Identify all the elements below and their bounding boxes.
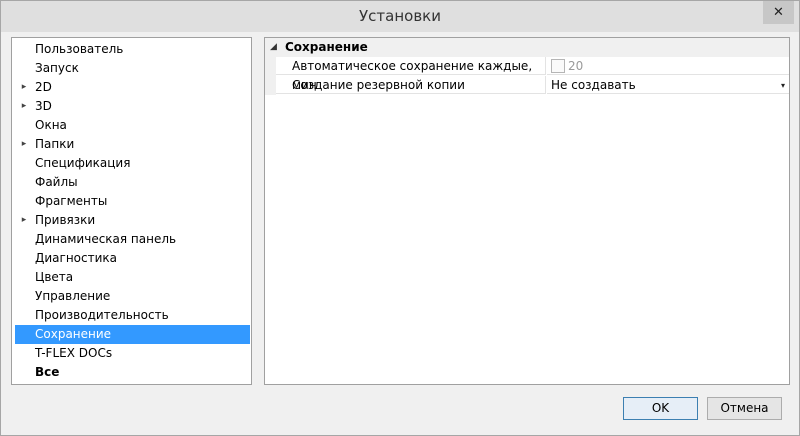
expand-arrow-icon	[19, 306, 29, 325]
collapse-arrow-icon[interactable]: ◢	[270, 38, 277, 57]
expand-arrow-icon[interactable]: ▸	[19, 211, 29, 230]
tree-item-label: Все	[35, 365, 60, 379]
tree-item-label: Динамическая панель	[35, 232, 177, 246]
tree-item-windows[interactable]: Окна	[15, 116, 250, 135]
expand-arrow-icon	[19, 363, 29, 382]
tree-item-label: Привязки	[35, 213, 96, 227]
property-name: Создание резервной копии	[276, 76, 546, 94]
expand-arrow-icon[interactable]: ▸	[19, 97, 29, 116]
tree-item-label: Спецификация	[35, 156, 131, 170]
autosave-value[interactable]: 20	[547, 57, 789, 75]
section-header[interactable]: ◢ Сохранение	[265, 38, 789, 57]
tree-item-label: Пользователь	[35, 42, 124, 56]
tree-item-snaps[interactable]: ▸ Привязки	[15, 211, 250, 230]
tree-item-diagnostics[interactable]: Диагностика	[15, 249, 250, 268]
tree-item-label: 3D	[35, 99, 52, 113]
tree-item-all[interactable]: Все	[15, 363, 250, 382]
tree-item-colors[interactable]: Цвета	[15, 268, 250, 287]
row-gutter	[265, 57, 276, 76]
tree-item-label: Диагностика	[35, 251, 118, 265]
expand-arrow-icon	[19, 230, 29, 249]
tree-item-3d[interactable]: ▸ 3D	[15, 97, 250, 116]
tree-item-startup[interactable]: Запуск	[15, 59, 250, 78]
expand-arrow-icon	[19, 173, 29, 192]
tree-item-label: Папки	[35, 137, 75, 151]
section-title: Сохранение	[285, 40, 368, 54]
tree-item-label: Производительность	[35, 308, 169, 322]
tree-item-performance[interactable]: Производительность	[15, 306, 250, 325]
settings-tree[interactable]: Пользователь Запуск ▸ 2D ▸ 3D Окна ▸ Пап…	[11, 37, 252, 385]
expand-arrow-icon	[19, 192, 29, 211]
backup-value: Не создавать	[551, 78, 636, 92]
expand-arrow-icon	[19, 59, 29, 78]
dropdown-arrow-icon[interactable]: ▾	[781, 76, 785, 95]
tree-item-label: Фрагменты	[35, 194, 108, 208]
row-gutter	[265, 76, 276, 95]
property-grid: ◢ Сохранение Автоматическое сохранение к…	[264, 37, 790, 385]
tree-item-specification[interactable]: Спецификация	[15, 154, 250, 173]
expand-arrow-icon	[19, 344, 29, 363]
tree-item-label: Окна	[35, 118, 67, 132]
cancel-button[interactable]: Отмена	[707, 397, 782, 420]
expand-arrow-icon	[19, 249, 29, 268]
tree-item-label: Запуск	[35, 61, 79, 75]
tree-item-saving[interactable]: Сохранение	[15, 325, 250, 344]
tree-item-user[interactable]: Пользователь	[15, 40, 250, 59]
expand-arrow-icon	[19, 154, 29, 173]
tree-item-label: Сохранение	[35, 327, 112, 341]
tree-item-2d[interactable]: ▸ 2D	[15, 78, 250, 97]
expand-arrow-icon	[19, 116, 29, 135]
tree-item-files[interactable]: Файлы	[15, 173, 250, 192]
tree-item-folders[interactable]: ▸ Папки	[15, 135, 250, 154]
title-bar: Установки ✕	[1, 1, 799, 32]
expand-arrow-icon	[19, 40, 29, 59]
tree-item-tflex-docs[interactable]: T-FLEX DOCs	[15, 344, 250, 363]
expand-arrow-icon[interactable]: ▸	[19, 78, 29, 97]
tree-item-control[interactable]: Управление	[15, 287, 250, 306]
backup-dropdown[interactable]: Не создавать ▾	[547, 76, 789, 94]
tree-item-dynamic-panel[interactable]: Динамическая панель	[15, 230, 250, 249]
close-button[interactable]: ✕	[763, 1, 794, 24]
tree-item-label: T-FLEX DOCs	[35, 346, 113, 360]
tree-item-fragments[interactable]: Фрагменты	[15, 192, 250, 211]
settings-dialog: Установки ✕ Пользователь Запуск ▸ 2D ▸ 3…	[0, 0, 800, 436]
tree-item-label: Файлы	[35, 175, 78, 189]
window-title: Установки	[359, 7, 441, 25]
autosave-checkbox[interactable]	[551, 58, 565, 73]
expand-arrow-icon	[19, 325, 29, 344]
property-name: Автоматическое сохранение каждые, мин	[276, 57, 546, 92]
expand-arrow-icon	[19, 268, 29, 287]
tree-item-label: Цвета	[35, 270, 74, 284]
expand-arrow-icon[interactable]: ▸	[19, 135, 29, 154]
tree-item-label: 2D	[35, 80, 52, 94]
expand-arrow-icon	[19, 287, 29, 306]
property-row-backup: Создание резервной копии Не создавать ▾	[265, 76, 789, 95]
ok-button[interactable]: OK	[623, 397, 698, 420]
property-row-autosave: Автоматическое сохранение каждые, мин 20	[265, 57, 789, 92]
close-icon: ✕	[773, 5, 784, 20]
tree-item-label: Управление	[35, 289, 111, 303]
autosave-minutes: 20	[568, 59, 584, 73]
